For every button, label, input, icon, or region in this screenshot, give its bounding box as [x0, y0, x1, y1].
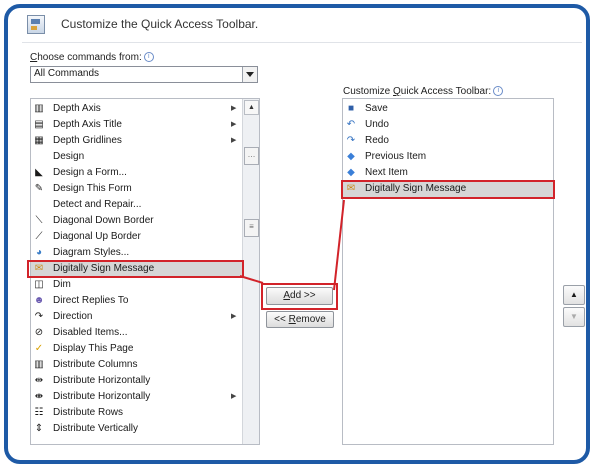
- remove-button[interactable]: << Remove: [266, 311, 334, 328]
- add-button-label: dd >>: [290, 290, 316, 301]
- remove-prefix: <<: [274, 314, 289, 325]
- remove-button-label: emove: [295, 314, 326, 325]
- highlight-connectors: [239, 199, 345, 291]
- move-up-button[interactable]: ▲: [563, 285, 585, 305]
- connector-right: [333, 199, 345, 291]
- highlight-source-item: [27, 260, 244, 278]
- remove-access-key: R: [288, 314, 296, 325]
- move-down-button[interactable]: ▼: [563, 307, 585, 327]
- highlight-target-item: [341, 180, 555, 199]
- add-button[interactable]: Add >>: [266, 287, 333, 305]
- highlight-add-button: Add >>: [261, 283, 338, 310]
